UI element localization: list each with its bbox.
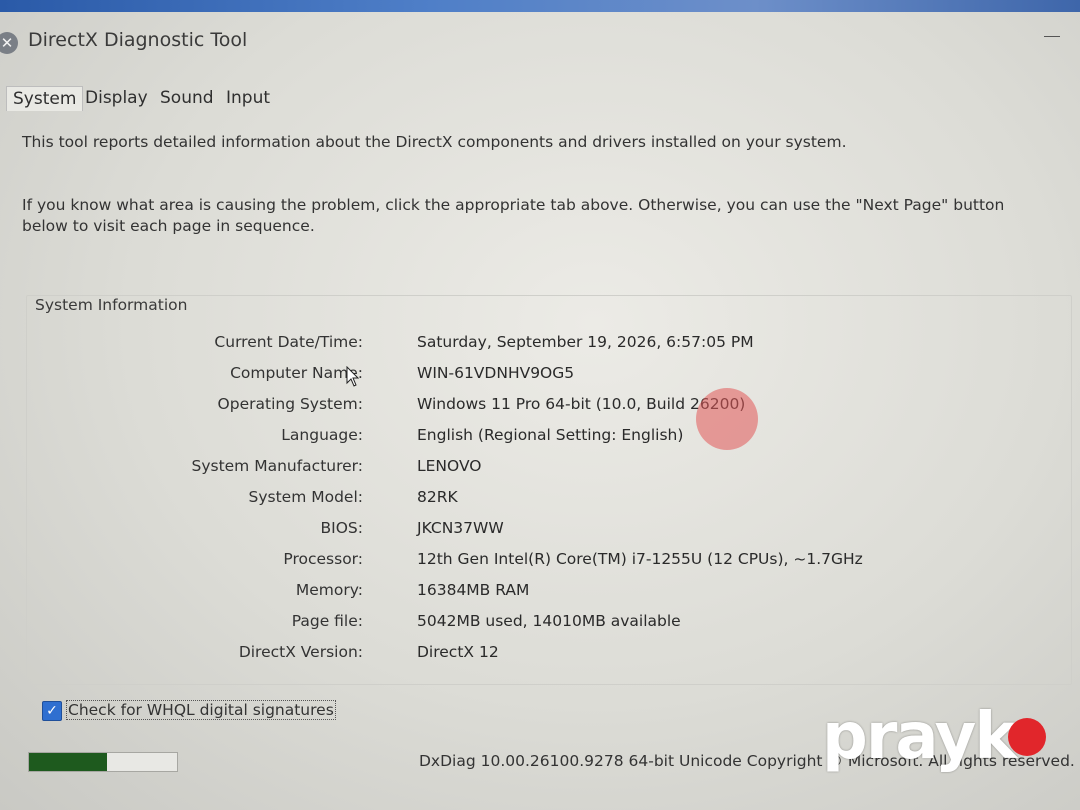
info-label: Processor: (283, 550, 363, 568)
info-label: DirectX Version: (238, 643, 363, 661)
tab-display[interactable]: Display (79, 86, 154, 110)
info-value: LENOVO (417, 457, 482, 475)
watermark-dot (1008, 718, 1046, 756)
info-row: Computer Name: WIN-61VDNHV9OG5 (27, 364, 1027, 388)
intro-text-2: If you know what area is causing the pro… (22, 196, 1005, 235)
info-row: DirectX Version: DirectX 12 (27, 643, 1027, 667)
info-row: Language: English (Regional Setting: Eng… (27, 426, 1027, 450)
recording-dot (696, 388, 758, 450)
checkmark-icon: ✓ (46, 703, 58, 719)
progress-fill (29, 753, 108, 771)
info-label: Operating System: (217, 395, 363, 413)
info-value: Saturday, September 19, 2026, 6:57:05 PM (417, 333, 754, 351)
info-label: BIOS: (320, 519, 363, 537)
info-row: Memory: 16384MB RAM (27, 581, 1027, 605)
prayk-watermark-logo: prayk (822, 700, 1017, 774)
dxdiag-app-icon: ✕ (0, 32, 18, 54)
info-value: JKCN37WW (417, 519, 504, 537)
info-row: Processor: 12th Gen Intel(R) Core(TM) i7… (27, 550, 1027, 574)
mouse-cursor-icon (346, 366, 360, 387)
whql-checkbox[interactable]: ✓ (42, 701, 62, 721)
info-row: System Model: 82RK (27, 488, 1027, 512)
minimize-button[interactable] (1040, 30, 1064, 46)
whql-label[interactable]: Check for WHQL digital signatures (66, 700, 336, 720)
taskbar-strip (0, 0, 1080, 12)
info-label: Language: (281, 426, 363, 444)
info-value: 5042MB used, 14010MB available (417, 612, 681, 630)
info-row: Current Date/Time: Saturday, September 1… (27, 333, 1027, 357)
info-value: English (Regional Setting: English) (417, 426, 684, 444)
window-title: DirectX Diagnostic Tool (28, 29, 248, 51)
group-title: System Information (35, 296, 188, 314)
info-label: Memory: (295, 581, 363, 599)
info-row: Operating System: Windows 11 Pro 64-bit … (27, 395, 1027, 419)
info-row: Page file: 5042MB used, 14010MB availabl… (27, 612, 1027, 636)
info-row: System Manufacturer: LENOVO (27, 457, 1027, 481)
info-label: System Manufacturer: (191, 457, 363, 475)
minimize-icon (1044, 36, 1060, 37)
info-row: BIOS: JKCN37WW (27, 519, 1027, 543)
info-value: WIN-61VDNHV9OG5 (417, 364, 575, 382)
info-value: 82RK (417, 488, 458, 506)
info-value: DirectX 12 (417, 643, 499, 661)
info-value: 12th Gen Intel(R) Core(TM) i7-1255U (12 … (417, 550, 863, 568)
info-value: 16384MB RAM (417, 581, 530, 599)
intro-text-1: This tool reports detailed information a… (22, 133, 847, 151)
info-label: Page file: (291, 612, 363, 630)
tab-sound[interactable]: Sound (154, 86, 220, 110)
info-label: System Model: (248, 488, 364, 506)
system-information-group: System Information Current Date/Time: Sa… (26, 295, 1072, 685)
title-bar: ✕ DirectX Diagnostic Tool (0, 12, 1080, 70)
tab-input[interactable]: Input (220, 86, 276, 110)
tab-system[interactable]: System (6, 86, 84, 111)
info-label: Current Date/Time: (214, 333, 363, 351)
progress-bar (28, 752, 178, 772)
info-label: Computer Name: (230, 364, 363, 382)
